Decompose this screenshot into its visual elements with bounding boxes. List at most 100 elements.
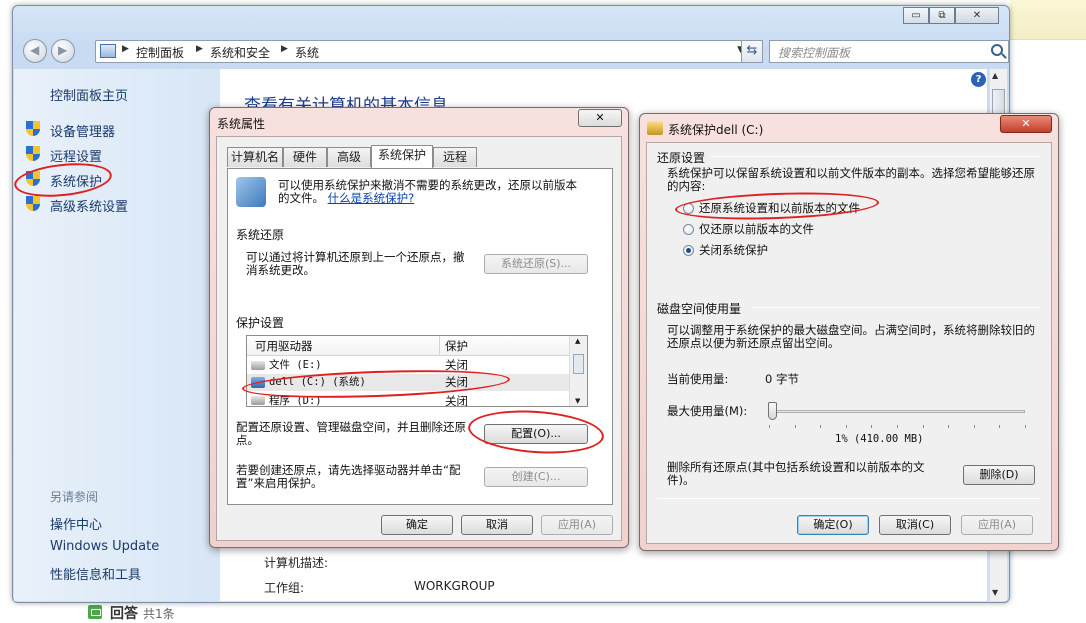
forward-arrow-icon: ▶ (58, 43, 68, 57)
address-bar[interactable]: ▶ 控制面板 ▶ 系统和安全 ▶ 系统 ▼ (95, 40, 763, 63)
sidebar-item-advanced[interactable]: 高级系统设置 (50, 196, 128, 215)
ok-button[interactable]: 确定 (381, 515, 453, 535)
slider-tick (948, 425, 950, 428)
slider-ticks (769, 425, 1026, 429)
scroll-thumb[interactable] (573, 354, 584, 374)
tab-system-protection[interactable]: 系统保护 (371, 145, 433, 168)
close-button[interactable]: ✕ (1000, 115, 1052, 133)
cancel-button[interactable]: 取消 (461, 515, 533, 535)
drive-icon (251, 396, 265, 405)
chevron-right-icon: ▶ (196, 44, 203, 54)
create-button[interactable]: 创建(C)... (484, 467, 588, 487)
scroll-up-arrow-icon[interactable]: ▲ (575, 337, 580, 345)
chevron-right-icon: ▶ (122, 44, 129, 54)
background-banner (1010, 0, 1086, 40)
table-scrollbar[interactable]: ▲ ▼ (569, 336, 587, 406)
slider-tick (794, 425, 796, 428)
restore-settings-title: 还原设置 (657, 151, 706, 165)
disk-description: 可以调整用于系统保护的最大磁盘空间。占满空间时，系统将删除较旧的还原点以便为新还… (667, 323, 1035, 350)
refresh-button[interactable]: ⇆ (741, 40, 763, 63)
chevron-right-icon: ▶ (281, 44, 288, 54)
red-annotation-circle (12, 158, 114, 202)
radio-turn-off-label[interactable]: 关闭系统保护 (699, 244, 768, 257)
what-is-system-protection-link[interactable]: 什么是系统保护? (328, 191, 415, 205)
maximize-button[interactable]: ⧉ (929, 7, 955, 24)
dialog-title: 系统保护dell (C:) (668, 123, 764, 137)
search-icon[interactable] (991, 44, 1003, 56)
tab-computer-name[interactable]: 计算机名 (227, 147, 283, 167)
sidebar-item-remote[interactable]: 远程设置 (50, 146, 102, 165)
footer-divider (657, 498, 1041, 499)
minimize-button[interactable]: ▭ (903, 7, 929, 24)
system-restore-button[interactable]: 系统还原(S)... (484, 254, 588, 274)
breadcrumb-control-panel[interactable]: 控制面板 (136, 44, 184, 61)
see-also-title: 另请参阅 (50, 490, 99, 504)
system-protection-drive-dialog: 系统保护dell (C:) ✕ 还原设置 系统保护可以保留系统设置和以前文件版本… (639, 113, 1059, 551)
forward-button[interactable]: ▶ (51, 39, 75, 63)
dialog-body: 还原设置 系统保护可以保留系统设置和以前文件版本的副本。选择您希望能够还原的内容… (646, 142, 1052, 544)
red-annotation-circle (466, 406, 606, 458)
navigation-bar: ◀ ▶ ▶ 控制面板 ▶ 系统和安全 ▶ 系统 ▼ ⇆ 搜索控制面板 (19, 37, 1009, 67)
protection-group-title: 保护设置 (236, 316, 285, 330)
scroll-down-arrow-icon[interactable]: ▼ (575, 397, 580, 405)
back-button[interactable]: ◀ (23, 39, 47, 63)
create-text: 若要创建还原点，请先选择驱动器并单击“配置”来启用保护。 (236, 463, 461, 490)
comment-icon (88, 605, 102, 619)
apply-button[interactable]: 应用(A) (541, 515, 613, 535)
sidebar-link-action-center[interactable]: 操作中心 (50, 514, 102, 533)
column-header-protection[interactable]: 保护 (445, 340, 468, 353)
close-button[interactable]: ✕ (578, 109, 622, 127)
help-icon[interactable]: ? (971, 72, 986, 87)
sidebar-item-device-manager[interactable]: 设备管理器 (50, 121, 115, 140)
radio-files-only-label[interactable]: 仅还原以前版本的文件 (699, 223, 814, 236)
scroll-up-arrow-icon[interactable]: ▲ (992, 71, 998, 80)
shield-icon (26, 121, 41, 137)
configure-text: 配置还原设置、管理磁盘空间，并且删除还原点。 (236, 420, 466, 447)
back-arrow-icon: ◀ (30, 43, 40, 57)
tab-remote[interactable]: 远程 (433, 147, 477, 167)
shield-icon (26, 196, 41, 212)
disk-usage-title: 磁盘空间使用量 (657, 302, 742, 316)
drive-icon (251, 361, 265, 370)
group-divider (290, 321, 590, 322)
intro-text: 可以使用系统保护来撤消不需要的系统更改，还原以前版本的文件。 什么是系统保护? (278, 179, 588, 205)
sidebar-link-windows-update[interactable]: Windows Update (50, 539, 159, 554)
control-panel-icon (100, 44, 116, 58)
breadcrumb-system[interactable]: 系统 (295, 44, 319, 61)
max-usage-label: 最大使用量(M): (667, 404, 748, 418)
system-protection-icon (236, 177, 266, 207)
group-divider (751, 307, 1041, 308)
restore-group-title: 系统还原 (236, 228, 285, 242)
max-usage-slider[interactable] (767, 402, 777, 420)
shield-icon (26, 146, 41, 162)
sidebar-home-link[interactable]: 控制面板主页 (50, 85, 128, 104)
radio-files-only[interactable] (683, 224, 694, 235)
tab-advanced[interactable]: 高级 (327, 147, 371, 167)
tab-strip: 计算机名 硬件 高级 系统保护 远程 (227, 145, 607, 169)
search-placeholder: 搜索控制面板 (778, 46, 851, 60)
tab-hardware[interactable]: 硬件 (283, 147, 327, 167)
delete-button[interactable]: 删除(D) (963, 465, 1035, 485)
max-usage-value: 1% (410.00 MB) (835, 433, 924, 445)
ok-button[interactable]: 确定(O) (797, 515, 869, 535)
group-divider (711, 156, 1041, 157)
workgroup-value: WORKGROUP (414, 579, 495, 593)
slider-tick (1025, 425, 1026, 428)
apply-button[interactable]: 应用(A) (961, 515, 1033, 535)
slider-tick (922, 425, 924, 428)
scroll-down-arrow-icon[interactable]: ▼ (992, 588, 998, 597)
dialog-title: 系统属性 (217, 117, 266, 131)
workgroup-label: 工作组: (264, 581, 305, 595)
radio-turn-off[interactable] (683, 245, 694, 256)
close-button[interactable]: ✕ (955, 7, 999, 24)
cancel-button[interactable]: 取消(C) (879, 515, 951, 535)
breadcrumb-security[interactable]: 系统和安全 (210, 44, 270, 61)
search-input[interactable]: 搜索控制面板 (769, 40, 1009, 63)
answer-count[interactable]: 共1条 (143, 605, 175, 622)
slider-tick (897, 425, 898, 428)
group-divider (290, 233, 590, 234)
system-properties-dialog: 系统属性 ✕ 计算机名 硬件 高级 系统保护 远程 可以使用系统保护来撤消不需要… (209, 107, 629, 548)
sidebar-link-performance[interactable]: 性能信息和工具 (50, 564, 141, 583)
column-header-drive[interactable]: 可用驱动器 (255, 340, 313, 353)
answer-label: 回答 (110, 606, 138, 622)
